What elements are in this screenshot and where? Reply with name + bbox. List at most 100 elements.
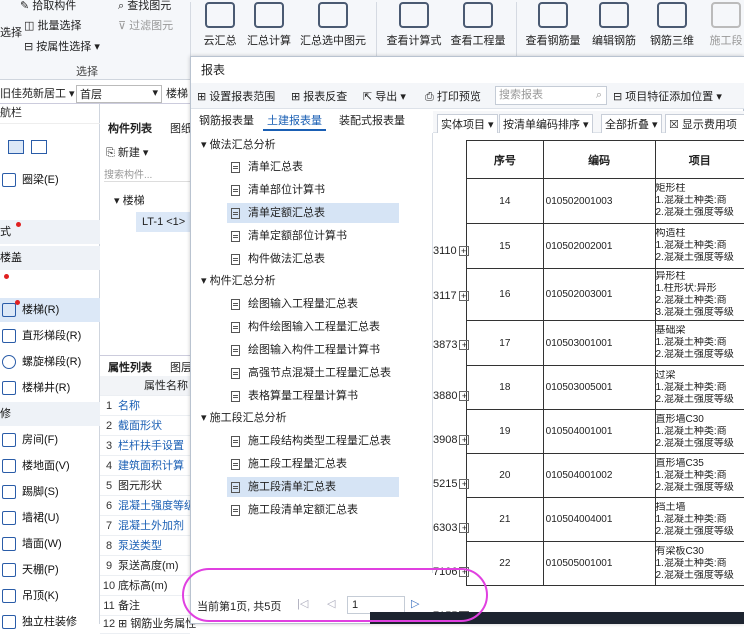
component-group[interactable]: ▾ 楼梯 bbox=[114, 192, 145, 208]
select-by-attr-button[interactable]: ⊟ 按属性选择 ▾ bbox=[24, 38, 100, 54]
nav-item-dado[interactable]: 墙裙(U) bbox=[0, 506, 100, 530]
tab-layer[interactable]: 图层 bbox=[170, 359, 190, 375]
nav-item-floor[interactable]: 楼地面(V) bbox=[0, 454, 100, 478]
nav-group-decor[interactable]: 修 bbox=[0, 402, 100, 426]
table-row[interactable]: 14 010502001003 矩形柱1.混凝土种类:商2.混凝土强度等级 bbox=[467, 179, 744, 224]
row-expand[interactable]: 3908+ bbox=[433, 434, 469, 446]
attr-row[interactable]: 4建筑面积计算 bbox=[100, 456, 190, 476]
entity-item-select[interactable]: 实体项目 ▾ bbox=[437, 114, 498, 134]
tab-prefab-report[interactable]: 装配式报表量 bbox=[335, 111, 409, 131]
expand-icon[interactable]: + bbox=[459, 246, 469, 256]
set-range-button[interactable]: ⊞ 设置报表范围 bbox=[197, 88, 275, 104]
nav-item-ceiling[interactable]: 天棚(P) bbox=[0, 558, 100, 582]
batch-select-button[interactable]: ◫ 批量选择 bbox=[24, 17, 81, 33]
print-preview-button[interactable]: ⎙ 打印预览 bbox=[425, 88, 481, 104]
summary-selected-button[interactable]: 汇总选中图元 bbox=[296, 2, 370, 48]
tree-item[interactable]: 施工段结构类型工程量汇总表 bbox=[231, 431, 391, 451]
expand-icon[interactable]: + bbox=[459, 435, 469, 445]
tree-item[interactable]: 施工段工程量汇总表 bbox=[231, 454, 347, 474]
nav-item-column-decor[interactable]: 独立柱装修 bbox=[0, 610, 100, 634]
nav-item-wall-surface[interactable]: 墙面(W) bbox=[0, 532, 100, 556]
rebar-3d-button[interactable]: 钢筋三维 bbox=[644, 2, 700, 48]
filter-element-button[interactable]: ⊽ 过滤图元 bbox=[118, 17, 173, 33]
tree-item[interactable]: 施工段清单定额汇总表 bbox=[231, 500, 358, 520]
nav-item-ring-beam[interactable]: 圈梁(E) bbox=[0, 168, 100, 192]
tree-item[interactable]: 高强节点混凝土工程量汇总表 bbox=[231, 363, 391, 383]
nav-item-stair-well[interactable]: 楼梯井(R) bbox=[0, 376, 100, 400]
component-item[interactable]: LT-1 <1> bbox=[136, 212, 190, 232]
sort-select[interactable]: 按清单编码排序 ▾ bbox=[499, 114, 593, 134]
attr-row[interactable]: 11备注 bbox=[100, 596, 190, 616]
attr-row[interactable]: 2截面形状 bbox=[100, 416, 190, 436]
table-row[interactable]: 15 010502002001 构造柱1.混凝土种类:商2.混凝土强度等级 bbox=[467, 224, 744, 269]
tree-group[interactable]: ▾ 构件汇总分析 bbox=[201, 271, 276, 291]
table-row[interactable]: 18 010503005001 过梁1.混凝土种类:商2.混凝土强度等级 bbox=[467, 366, 744, 410]
row-expand[interactable]: 3873+ bbox=[433, 339, 469, 351]
project-select[interactable]: 旧佳苑新居工 ▾ bbox=[0, 85, 75, 101]
tree-item[interactable]: 绘图输入构件工程量计算书 bbox=[231, 340, 380, 360]
expand-icon[interactable]: + bbox=[459, 391, 469, 401]
feature-position-select[interactable]: ⊟ 项目特征添加位置 ▾ bbox=[613, 88, 722, 104]
summary-calc-button[interactable]: 汇总计算 bbox=[244, 2, 294, 48]
nav-item-room[interactable]: 房间(F) bbox=[0, 428, 100, 452]
export-button[interactable]: ⇱ 导出 ▾ bbox=[363, 88, 406, 104]
grid-view-icon[interactable] bbox=[31, 140, 47, 154]
nav-item-prefab[interactable]: 式 bbox=[0, 220, 100, 244]
nav-item-floor-cover[interactable]: 楼盖 bbox=[0, 246, 100, 270]
tree-item[interactable]: 绘图输入工程量汇总表 bbox=[231, 294, 358, 314]
nav-item-skirting[interactable]: 踢脚(S) bbox=[0, 480, 100, 504]
tree-group[interactable]: ▾ 施工段汇总分析 bbox=[201, 408, 287, 428]
find-element-button[interactable]: ⌕ 查找图元 bbox=[118, 0, 171, 13]
show-fee-checkbox[interactable]: ☒ 显示费用项 bbox=[665, 114, 744, 134]
row-expand[interactable]: 3880+ bbox=[433, 390, 469, 402]
tab-drawing[interactable]: 图纸 bbox=[170, 120, 190, 136]
table-row[interactable]: 16 010502003001 异形柱1.柱形状:异形2.混凝土种类:商3.混凝… bbox=[467, 269, 744, 321]
construction-section-button[interactable]: 施工段 bbox=[706, 2, 744, 48]
view-formula-button[interactable]: 查看计算式 bbox=[384, 2, 444, 48]
component-type-select[interactable]: 楼梯 bbox=[166, 85, 190, 101]
tab-component-list[interactable]: 构件列表 bbox=[108, 120, 152, 136]
attr-row[interactable]: 8泵送类型 bbox=[100, 536, 190, 556]
cloud-summary-button[interactable]: 云汇总 bbox=[200, 2, 240, 48]
attr-row[interactable]: 12⊞ 钢筋业务属性 bbox=[100, 614, 190, 634]
tree-item-selected[interactable]: 施工段清单汇总表 bbox=[227, 477, 399, 497]
nav-item-spiral-flight[interactable]: 螺旋梯段(R) bbox=[0, 350, 100, 374]
attr-row[interactable]: 5图元形状 bbox=[100, 476, 190, 496]
tree-item[interactable]: 清单汇总表 bbox=[231, 157, 303, 177]
floor-select[interactable]: 首层▾ bbox=[76, 85, 162, 103]
tree-item[interactable]: 构件绘图输入工程量汇总表 bbox=[231, 317, 380, 337]
table-row[interactable]: 22 010505001001 有梁板C301.混凝土种类:商2.混凝土强度等级 bbox=[467, 542, 744, 586]
reverse-check-button[interactable]: ⊞ 报表反查 bbox=[291, 88, 347, 104]
tree-item[interactable]: 清单部位计算书 bbox=[231, 180, 325, 200]
tree-item[interactable]: 构件做法汇总表 bbox=[231, 249, 325, 269]
tree-item[interactable]: 表格算量工程量计算书 bbox=[231, 386, 358, 406]
tree-item-selected[interactable]: 清单定额汇总表 bbox=[227, 203, 399, 223]
attr-row[interactable]: 10底标高(m) bbox=[100, 576, 190, 596]
row-expand[interactable]: 5215+ bbox=[433, 478, 469, 490]
expand-icon[interactable]: + bbox=[459, 479, 469, 489]
collapse-all-select[interactable]: 全部折叠 ▾ bbox=[601, 114, 662, 134]
expand-icon[interactable]: + bbox=[459, 291, 469, 301]
tree-item[interactable]: 清单定额部位计算书 bbox=[231, 226, 347, 246]
expand-icon[interactable]: + bbox=[459, 340, 469, 350]
nav-item-suspended-ceiling[interactable]: 吊顶(K) bbox=[0, 584, 100, 608]
view-quantity-button[interactable]: 查看工程量 bbox=[448, 2, 508, 48]
view-rebar-button[interactable]: 查看钢筋量 bbox=[524, 2, 582, 48]
new-component-button[interactable]: ⎘ 新建 ▾ bbox=[106, 144, 148, 160]
expand-icon[interactable]: + bbox=[459, 523, 469, 533]
component-search-input[interactable]: 搜索构件... bbox=[104, 166, 190, 182]
tab-rebar-report[interactable]: 钢筋报表量 bbox=[195, 111, 258, 131]
attr-row[interactable]: 6混凝土强度等级 bbox=[100, 496, 190, 516]
tree-group[interactable]: ▾ 做法汇总分析 bbox=[201, 135, 276, 155]
table-row[interactable]: 20 010504001002 直形墙C351.混凝土种类:商2.混凝土强度等级 bbox=[467, 454, 744, 498]
attr-row[interactable]: 9泵送高度(m) bbox=[100, 556, 190, 576]
row-expand[interactable]: 6303+ bbox=[433, 522, 469, 534]
tab-attribute-list[interactable]: 属性列表 bbox=[108, 359, 152, 375]
table-row[interactable]: 19 010504001001 直形墙C301.混凝土种类:商2.混凝土强度等级 bbox=[467, 410, 744, 454]
list-view-icon[interactable] bbox=[8, 140, 24, 154]
edit-rebar-button[interactable]: 编辑钢筋 bbox=[586, 2, 642, 48]
pick-component-button[interactable]: ✎ 拾取构件 bbox=[20, 0, 76, 13]
row-expand[interactable]: 3110+ bbox=[433, 245, 469, 257]
table-row[interactable]: 21 010504004001 挡土墙1.混凝土种类:商2.混凝土强度等级 bbox=[467, 498, 744, 542]
row-expand[interactable]: 3117+ bbox=[433, 290, 469, 302]
